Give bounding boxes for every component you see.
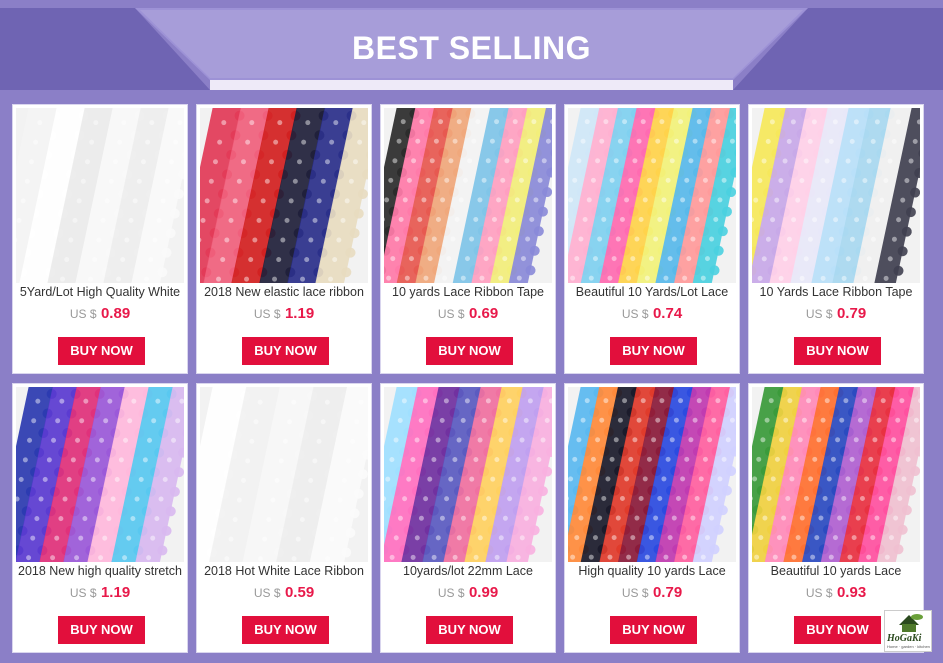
price-value: 0.79 — [836, 305, 867, 322]
currency-label: US $ — [805, 586, 833, 600]
product-title[interactable]: 10 yards Lace Ribbon Tape — [381, 285, 555, 305]
currency-label: US $ — [253, 307, 281, 321]
currency-label: US $ — [437, 586, 465, 600]
price-value: 0.74 — [652, 305, 683, 322]
product-image[interactable] — [568, 387, 736, 562]
buy-now-button[interactable]: BUY NOW — [242, 616, 329, 644]
product-card[interactable]: 2018 Hot White Lace Ribbon US $ 0.59 BUY N… — [196, 383, 372, 653]
currency-label: US $ — [621, 586, 649, 600]
product-image[interactable] — [568, 108, 736, 283]
buy-now-button[interactable]: BUY NOW — [58, 616, 145, 644]
product-title[interactable]: 2018 New elastic lace ribbon — [197, 285, 371, 305]
brand-tagline: Home · garden · kitchen — [887, 644, 930, 649]
product-card[interactable]: 10 yards Lace Ribbon Tape US $ 0.69 BUY NO… — [380, 104, 556, 374]
product-card[interactable]: 5Yard/Lot High Quality White US $ 0.89 BUY… — [12, 104, 188, 374]
buy-now-button[interactable]: BUY NOW — [610, 616, 697, 644]
price-value: 0.99 — [468, 584, 499, 601]
product-title[interactable]: 10 Yards Lace Ribbon Tape — [749, 285, 923, 305]
price-value: 1.19 — [100, 584, 131, 601]
currency-label: US $ — [253, 586, 281, 600]
product-title[interactable]: High quality 10 yards Lace — [565, 564, 739, 584]
price-value: 0.69 — [468, 305, 499, 322]
product-price: US $ 0.69 — [381, 305, 555, 323]
product-title[interactable]: 2018 Hot White Lace Ribbon — [197, 564, 371, 584]
header-banner: BEST SELLING — [0, 0, 943, 96]
buy-now-button[interactable]: BUY NOW — [794, 337, 881, 365]
buy-now-button[interactable]: BUY NOW — [242, 337, 329, 365]
price-value: 0.93 — [836, 584, 867, 601]
product-card[interactable]: 10 Yards Lace Ribbon Tape US $ 0.79 BUY NO… — [748, 104, 924, 374]
product-card[interactable]: High quality 10 yards Lace US $ 0.79 BUY N… — [564, 383, 740, 653]
currency-label: US $ — [805, 307, 833, 321]
product-image[interactable] — [16, 108, 184, 283]
buy-now-button[interactable]: BUY NOW — [794, 616, 881, 644]
currency-label: US $ — [437, 307, 465, 321]
house-icon — [899, 614, 923, 632]
currency-label: US $ — [69, 307, 97, 321]
product-card[interactable]: 2018 New high quality stretch US $ 1.19 BU… — [12, 383, 188, 653]
product-price: US $ 0.93 — [749, 584, 923, 602]
product-price: US $ 0.89 — [13, 305, 187, 323]
price-value: 0.89 — [100, 305, 131, 322]
product-card[interactable]: Beautiful 10 Yards/Lot Lace US $ 0.74 BUY … — [564, 104, 740, 374]
product-price: US $ 1.19 — [13, 584, 187, 602]
buy-now-button[interactable]: BUY NOW — [610, 337, 697, 365]
product-price: US $ 0.74 — [565, 305, 739, 323]
product-price: US $ 0.79 — [565, 584, 739, 602]
buy-now-button[interactable]: BUY NOW — [426, 337, 513, 365]
product-card[interactable]: 10yards/lot 22mm Lace US $ 0.99 BUY NOW — [380, 383, 556, 653]
brand-name: HoGaKi — [887, 633, 922, 644]
product-image[interactable] — [384, 387, 552, 562]
product-price: US $ 0.99 — [381, 584, 555, 602]
product-price: US $ 0.59 — [197, 584, 371, 602]
product-title[interactable]: 10yards/lot 22mm Lace — [381, 564, 555, 584]
currency-label: US $ — [621, 307, 649, 321]
product-image[interactable] — [384, 108, 552, 283]
product-title[interactable]: 5Yard/Lot High Quality White — [13, 285, 187, 305]
product-image[interactable] — [752, 387, 920, 562]
product-card[interactable]: 2018 New elastic lace ribbon US $ 1.19 BUY… — [196, 104, 372, 374]
product-image[interactable] — [200, 387, 368, 562]
product-price: US $ 0.79 — [749, 305, 923, 323]
product-title[interactable]: Beautiful 10 yards Lace — [749, 564, 923, 584]
buy-now-button[interactable]: BUY NOW — [58, 337, 145, 365]
price-value: 0.59 — [284, 584, 315, 601]
brand-logo: HoGaKi Home · garden · kitchen — [884, 610, 932, 652]
product-image[interactable] — [752, 108, 920, 283]
product-image[interactable] — [200, 108, 368, 283]
page-title: BEST SELLING — [352, 30, 591, 66]
product-price: US $ 1.19 — [197, 305, 371, 323]
currency-label: US $ — [69, 586, 97, 600]
product-image[interactable] — [16, 387, 184, 562]
price-value: 1.19 — [284, 305, 315, 322]
product-title[interactable]: 2018 New high quality stretch — [13, 564, 187, 584]
product-title[interactable]: Beautiful 10 Yards/Lot Lace — [565, 285, 739, 305]
buy-now-button[interactable]: BUY NOW — [426, 616, 513, 644]
price-value: 0.79 — [652, 584, 683, 601]
